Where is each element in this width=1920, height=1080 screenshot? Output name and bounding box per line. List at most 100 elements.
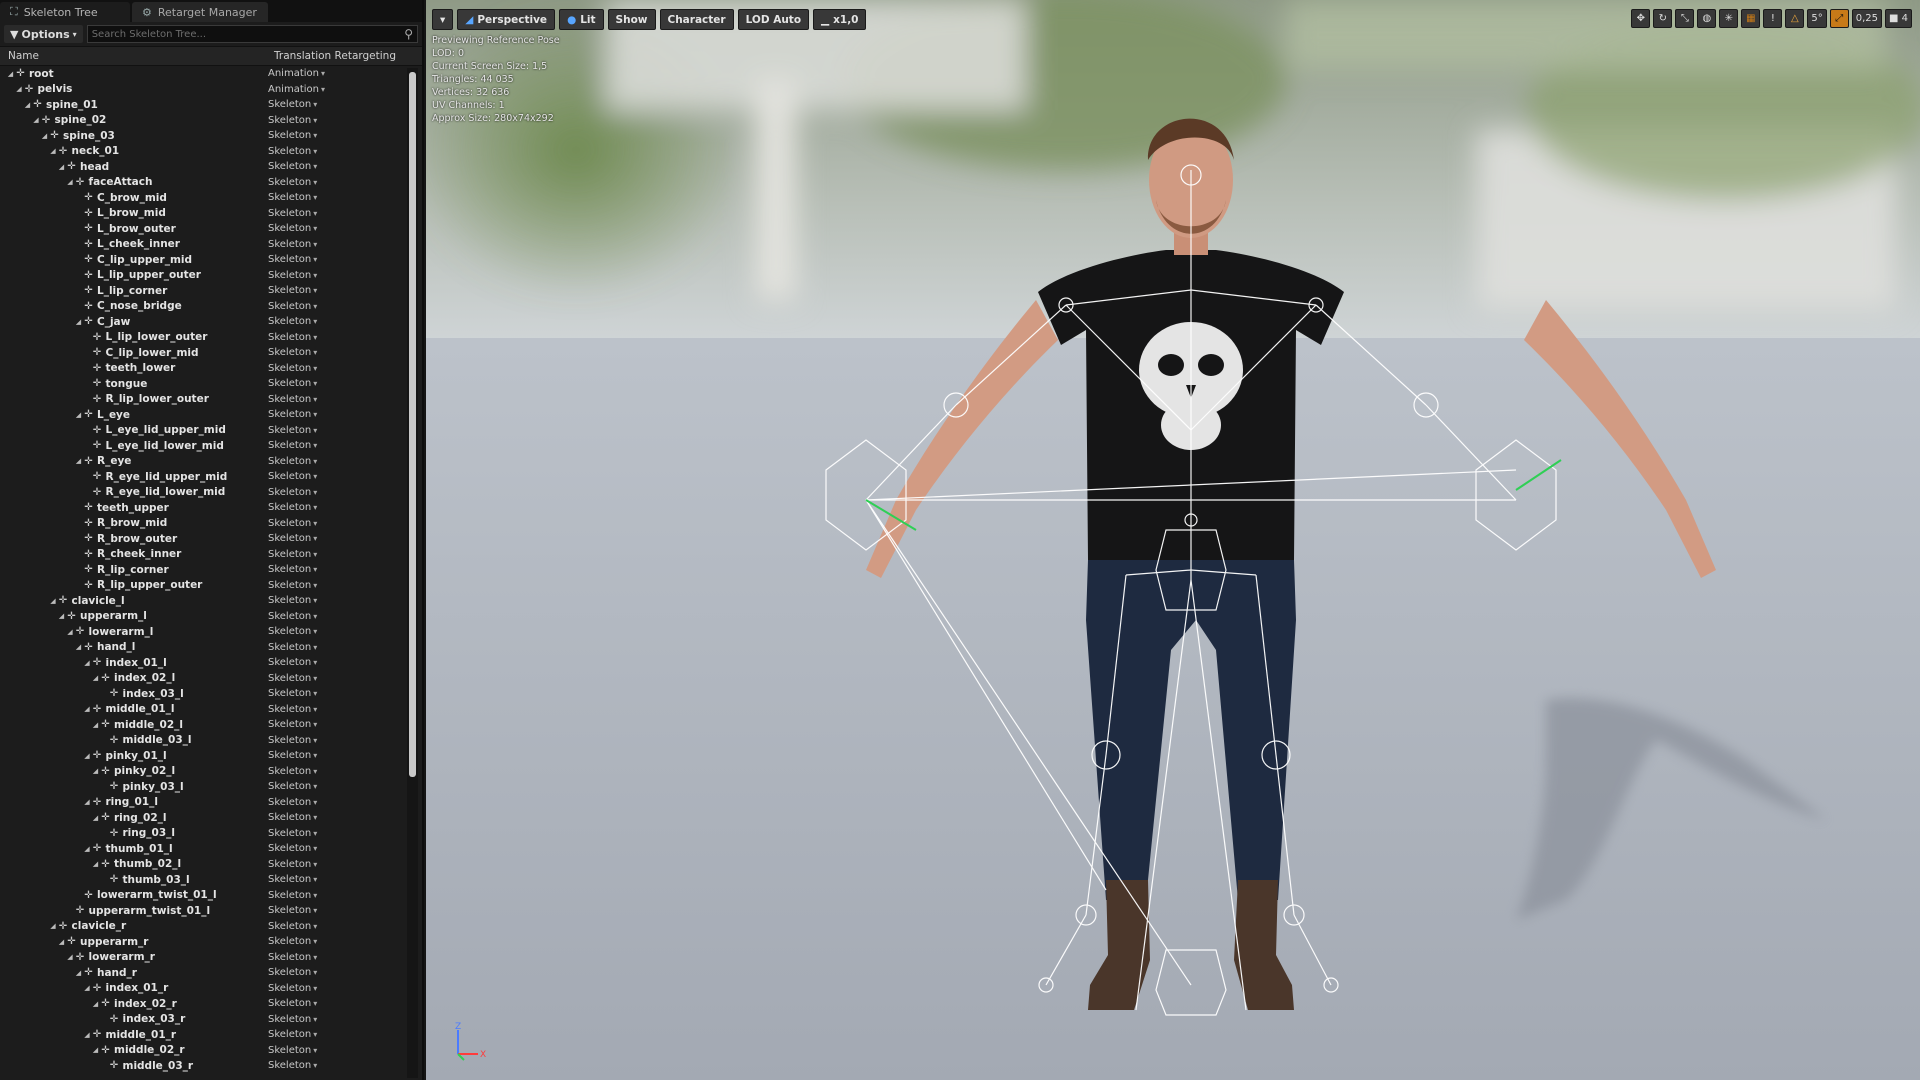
expand-arrow-icon[interactable]: ◢ — [83, 752, 92, 760]
bone-row-middle_02_l[interactable]: ◢ ✛ middle_02_l Skeleton ▾ — [0, 717, 422, 733]
translation-retargeting-dropdown[interactable]: Skeleton ▾ — [268, 828, 317, 839]
bone-row-pelvis[interactable]: ◢ ✛ pelvis Animation ▾ — [0, 82, 422, 98]
bone-row-R_cheek_inner[interactable]: ◢✛R_cheek_innerSkeleton▾ — [0, 547, 422, 563]
bone-row-R_brow_outer[interactable]: ◢✛R_brow_outerSkeleton▾ — [0, 531, 422, 547]
translation-retargeting-dropdown[interactable]: Skeleton ▾ — [268, 750, 317, 761]
translation-retargeting-dropdown[interactable]: Skeleton ▾ — [268, 192, 317, 203]
expand-arrow-icon[interactable]: ◢ — [32, 116, 41, 124]
translation-retargeting-dropdown[interactable]: Skeleton ▾ — [268, 564, 317, 575]
character-button[interactable]: Character — [659, 9, 734, 30]
expand-arrow-icon[interactable]: ◢ — [74, 969, 83, 977]
bone-row-neck_01[interactable]: ◢ ✛ neck_01 Skeleton ▾ — [0, 144, 422, 160]
bone-row-C_brow_mid[interactable]: ◢✛C_brow_midSkeleton▾ — [0, 190, 422, 206]
expand-arrow-icon[interactable]: ◢ — [83, 984, 92, 992]
bone-row-L_cheek_inner[interactable]: ◢✛L_cheek_innerSkeleton▾ — [0, 237, 422, 253]
translation-retargeting-dropdown[interactable]: Skeleton ▾ — [268, 1060, 317, 1071]
translation-retargeting-dropdown[interactable]: Skeleton ▾ — [268, 1029, 317, 1040]
expand-arrow-icon[interactable]: ◢ — [83, 1031, 92, 1039]
translation-retargeting-dropdown[interactable]: Skeleton ▾ — [268, 843, 317, 854]
bone-row-thumb_03_l[interactable]: ◢✛thumb_03_lSkeleton▾ — [0, 872, 422, 888]
bone-row-R_lip_corner[interactable]: ◢✛R_lip_cornerSkeleton▾ — [0, 562, 422, 578]
expand-arrow-icon[interactable]: ◢ — [40, 132, 49, 140]
translation-retargeting-dropdown[interactable]: Skeleton ▾ — [268, 425, 317, 436]
search-icon[interactable]: ⚲ — [404, 27, 413, 41]
expand-arrow-icon[interactable]: ◢ — [49, 597, 58, 605]
translation-retargeting-dropdown[interactable]: Skeleton ▾ — [268, 781, 317, 792]
bone-row-thumb_01_l[interactable]: ◢ ✛ thumb_01_l Skeleton ▾ — [0, 841, 422, 857]
expand-arrow-icon[interactable]: ◢ — [91, 860, 100, 868]
translation-retargeting-dropdown[interactable]: Skeleton ▾ — [268, 890, 317, 901]
translation-retargeting-dropdown[interactable]: Skeleton ▾ — [268, 332, 317, 343]
bone-row-middle_01_l[interactable]: ◢ ✛ middle_01_l Skeleton ▾ — [0, 702, 422, 718]
expand-arrow-icon[interactable]: ◢ — [83, 705, 92, 713]
translation-retargeting-dropdown[interactable]: Skeleton ▾ — [268, 735, 317, 746]
translation-retargeting-dropdown[interactable]: Skeleton ▾ — [268, 502, 317, 513]
translation-retargeting-dropdown[interactable]: Skeleton ▾ — [268, 301, 317, 312]
translation-retargeting-dropdown[interactable]: Skeleton ▾ — [268, 642, 317, 653]
translation-retargeting-dropdown[interactable]: Skeleton ▾ — [268, 487, 317, 498]
bone-row-R_lip_upper_outer[interactable]: ◢✛R_lip_upper_outerSkeleton▾ — [0, 578, 422, 594]
translation-retargeting-dropdown[interactable]: Skeleton ▾ — [268, 518, 317, 529]
search-input[interactable] — [91, 28, 405, 40]
bone-row-faceAttach[interactable]: ◢ ✛ faceAttach Skeleton ▾ — [0, 175, 422, 191]
translation-retargeting-dropdown[interactable]: Skeleton ▾ — [268, 704, 317, 715]
bone-row-hand_r[interactable]: ◢ ✛ hand_r Skeleton ▾ — [0, 965, 422, 981]
translation-retargeting-dropdown[interactable]: Skeleton ▾ — [268, 239, 317, 250]
column-name[interactable]: Name — [0, 50, 268, 62]
bone-row-C_jaw[interactable]: ◢ ✛ C_jaw Skeleton ▾ — [0, 314, 422, 330]
bone-row-upperarm_r[interactable]: ◢ ✛ upperarm_r Skeleton ▾ — [0, 934, 422, 950]
bone-row-middle_03_r[interactable]: ◢✛middle_03_rSkeleton▾ — [0, 1058, 422, 1074]
scale-snap-icon[interactable]: ⤢ — [1829, 9, 1849, 28]
translation-retargeting-dropdown[interactable]: Skeleton ▾ — [268, 657, 317, 668]
translation-retargeting-dropdown[interactable]: Skeleton ▾ — [268, 471, 317, 482]
translation-retargeting-dropdown[interactable]: Skeleton ▾ — [268, 285, 317, 296]
bone-row-C_lip_lower_mid[interactable]: ◢✛C_lip_lower_midSkeleton▾ — [0, 345, 422, 361]
translation-retargeting-dropdown[interactable]: Skeleton ▾ — [268, 549, 317, 560]
translation-retargeting-dropdown[interactable]: Skeleton ▾ — [268, 1045, 317, 1056]
bone-row-upperarm_l[interactable]: ◢ ✛ upperarm_l Skeleton ▾ — [0, 609, 422, 625]
translation-retargeting-dropdown[interactable]: Skeleton ▾ — [268, 719, 317, 730]
expand-arrow-icon[interactable]: ◢ — [66, 178, 75, 186]
translation-retargeting-dropdown[interactable]: Skeleton ▾ — [268, 673, 317, 684]
world-space-icon[interactable]: ◍ — [1697, 9, 1717, 28]
translation-retargeting-dropdown[interactable]: Skeleton ▾ — [268, 316, 317, 327]
translation-retargeting-dropdown[interactable]: Skeleton ▾ — [268, 812, 317, 823]
options-button[interactable]: ▼ Options ▾ — [4, 25, 83, 43]
bone-row-root[interactable]: ◢ ✛ root Animation ▾ — [0, 66, 422, 82]
expand-arrow-icon[interactable]: ◢ — [91, 1046, 100, 1054]
translation-retargeting-dropdown[interactable]: Skeleton ▾ — [268, 409, 317, 420]
translation-retargeting-dropdown[interactable]: Skeleton ▾ — [268, 1014, 317, 1025]
translation-retargeting-dropdown[interactable]: Skeleton ▾ — [268, 688, 317, 699]
translation-retargeting-dropdown[interactable]: Skeleton ▾ — [268, 99, 317, 110]
grid-size-button[interactable]: ! — [1763, 9, 1783, 28]
expand-arrow-icon[interactable]: ◢ — [57, 612, 66, 620]
bone-row-index_02_r[interactable]: ◢ ✛ index_02_r Skeleton ▾ — [0, 996, 422, 1012]
bone-row-middle_01_r[interactable]: ◢ ✛ middle_01_r Skeleton ▾ — [0, 1027, 422, 1043]
bone-row-upperarm_twist_01_l[interactable]: ◢✛upperarm_twist_01_lSkeleton▾ — [0, 903, 422, 919]
translation-retargeting-dropdown[interactable]: Skeleton ▾ — [268, 874, 317, 885]
expand-arrow-icon[interactable]: ◢ — [15, 85, 24, 93]
bone-row-lowerarm_r[interactable]: ◢ ✛ lowerarm_r Skeleton ▾ — [0, 950, 422, 966]
expand-arrow-icon[interactable]: ◢ — [49, 922, 58, 930]
bone-row-L_eye_lid_upper_mid[interactable]: ◢✛L_eye_lid_upper_midSkeleton▾ — [0, 423, 422, 439]
tab-retarget-manager[interactable]: ⚙ Retarget Manager — [132, 2, 268, 22]
translation-retargeting-dropdown[interactable]: Skeleton ▾ — [268, 270, 317, 281]
translation-retargeting-dropdown[interactable]: Skeleton ▾ — [268, 456, 317, 467]
expand-arrow-icon[interactable]: ◢ — [74, 643, 83, 651]
bone-row-L_eye_lid_lower_mid[interactable]: ◢✛L_eye_lid_lower_midSkeleton▾ — [0, 438, 422, 454]
bone-row-L_lip_lower_outer[interactable]: ◢✛L_lip_lower_outerSkeleton▾ — [0, 330, 422, 346]
playback-speed-button[interactable]: ▁ x1,0 — [813, 9, 867, 30]
expand-arrow-icon[interactable]: ◢ — [23, 101, 32, 109]
translation-retargeting-dropdown[interactable]: Skeleton ▾ — [268, 146, 317, 157]
translation-retargeting-dropdown[interactable]: Skeleton ▾ — [268, 208, 317, 219]
translation-retargeting-dropdown[interactable]: Skeleton ▾ — [268, 766, 317, 777]
translation-retargeting-dropdown[interactable]: Skeleton ▾ — [268, 440, 317, 451]
translation-retargeting-dropdown[interactable]: Skeleton ▾ — [268, 161, 317, 172]
bone-row-R_brow_mid[interactable]: ◢✛R_brow_midSkeleton▾ — [0, 516, 422, 532]
bone-row-thumb_02_l[interactable]: ◢ ✛ thumb_02_l Skeleton ▾ — [0, 857, 422, 873]
bone-row-head[interactable]: ◢ ✛ head Skeleton ▾ — [0, 159, 422, 175]
scale-snap-value[interactable]: 0,25 — [1851, 9, 1882, 28]
translation-retargeting-dropdown[interactable]: Animation ▾ — [268, 68, 325, 79]
grid-snap-icon[interactable]: ▦ — [1741, 9, 1761, 28]
translation-retargeting-dropdown[interactable]: Skeleton ▾ — [268, 859, 317, 870]
